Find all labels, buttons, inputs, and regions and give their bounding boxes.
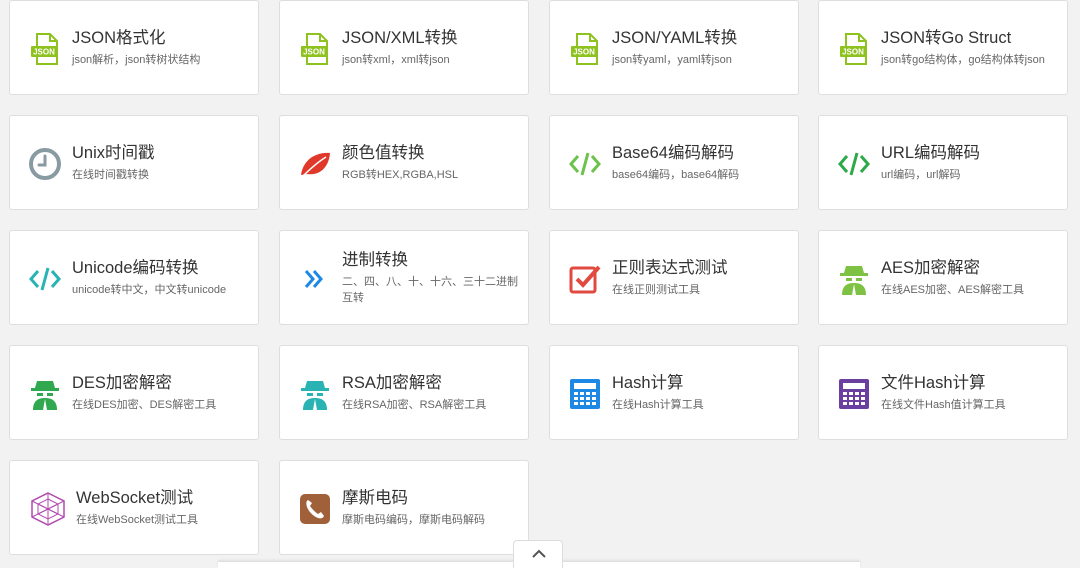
tool-card-regex-test[interactable]: 正则表达式测试 在线正则测试工具 — [549, 230, 799, 325]
tool-desc: json转yaml，yaml转json — [612, 53, 732, 66]
tool-desc: json转xml，xml转json — [342, 53, 450, 66]
tool-desc: json解析，json转树状结构 — [72, 53, 201, 66]
clock-icon — [28, 147, 62, 181]
tool-title: AES加密解密 — [881, 258, 981, 277]
double-chevron-right-icon — [298, 262, 332, 296]
tool-card-file-hash[interactable]: 文件Hash计算 在线文件Hash值计算工具 — [818, 345, 1068, 440]
tool-card-url-encode[interactable]: URL编码解码 url编码，url解码 — [818, 115, 1068, 210]
tool-desc: 在线RSA加密、RSA解密工具 — [342, 398, 487, 411]
tool-card-unix-timestamp[interactable]: Unix时间戳 在线时间戳转换 — [9, 115, 259, 210]
chevron-up-icon — [532, 549, 546, 558]
tool-title: JSON转Go Struct — [881, 28, 1012, 47]
tool-desc: url编码，url解码 — [881, 168, 961, 181]
tool-card-json-xml[interactable]: JSON JSON/XML转换 json转xml，xml转json — [279, 0, 529, 95]
tool-title: JSON/YAML转换 — [612, 28, 738, 47]
spy-icon — [298, 377, 332, 411]
tool-desc: 摩斯电码编码，摩斯电码解码 — [342, 513, 485, 526]
tool-card-hash[interactable]: Hash计算 在线Hash计算工具 — [549, 345, 799, 440]
calculator-icon — [837, 377, 871, 411]
tool-title: 颜色值转换 — [342, 143, 425, 162]
tool-title: DES加密解密 — [72, 373, 172, 392]
svg-text:JSON: JSON — [842, 48, 864, 57]
phone-icon — [298, 492, 332, 526]
tool-title: 正则表达式测试 — [612, 258, 728, 277]
tool-desc: 在线WebSocket测试工具 — [76, 513, 199, 526]
tool-title: Unicode编码转换 — [72, 258, 199, 277]
tool-desc: json转go结构体，go结构体转json — [881, 53, 1045, 66]
tool-desc: 在线DES加密、DES解密工具 — [72, 398, 217, 411]
json-file-icon: JSON — [298, 32, 332, 66]
svg-text:JSON: JSON — [573, 48, 595, 57]
checkbox-icon — [568, 262, 602, 296]
tool-title: WebSocket测试 — [76, 488, 194, 507]
tool-grid: JSON JSON格式化 json解析，json转树状结构 JSON JSON/… — [0, 0, 1080, 565]
code-icon — [568, 147, 602, 181]
tool-desc: 在线文件Hash值计算工具 — [881, 398, 1006, 411]
tool-card-json-format[interactable]: JSON JSON格式化 json解析，json转树状结构 — [9, 0, 259, 95]
tool-title: 摩斯电码 — [342, 488, 408, 507]
tool-card-color-convert[interactable]: 颜色值转换 RGB转HEX,RGBA,HSL — [279, 115, 529, 210]
tool-card-rsa[interactable]: RSA加密解密 在线RSA加密、RSA解密工具 — [279, 345, 529, 440]
tool-title: Hash计算 — [612, 373, 684, 392]
tool-title: URL编码解码 — [881, 143, 981, 162]
tool-card-json-go-struct[interactable]: JSON JSON转Go Struct json转go结构体，go结构体转jso… — [818, 0, 1068, 95]
spy-icon — [837, 262, 871, 296]
tool-desc: 在线AES加密、AES解密工具 — [881, 283, 1025, 296]
tool-desc: 二、四、八、十、十六、三十二进制互转 — [342, 275, 518, 304]
tool-title: 文件Hash计算 — [881, 373, 986, 392]
tool-title: JSON格式化 — [72, 28, 166, 47]
spy-icon — [28, 377, 62, 411]
tool-card-unicode[interactable]: Unicode编码转换 unicode转中文，中文转unicode — [9, 230, 259, 325]
json-file-icon: JSON — [837, 32, 871, 66]
tool-card-json-yaml[interactable]: JSON JSON/YAML转换 json转yaml，yaml转json — [549, 0, 799, 95]
tool-title: JSON/XML转换 — [342, 28, 458, 47]
tool-desc: 在线Hash计算工具 — [612, 398, 704, 411]
collapse-toggle-button[interactable] — [513, 540, 563, 568]
tool-card-radix-convert[interactable]: 进制转换 二、四、八、十、十六、三十二进制互转 — [279, 230, 529, 325]
tool-title: Base64编码解码 — [612, 143, 734, 162]
tool-title: RSA加密解密 — [342, 373, 442, 392]
tool-card-websocket[interactable]: WebSocket测试 在线WebSocket测试工具 — [9, 460, 259, 555]
calculator-icon — [568, 377, 602, 411]
tool-card-aes[interactable]: AES加密解密 在线AES加密、AES解密工具 — [818, 230, 1068, 325]
code-icon — [837, 147, 871, 181]
tool-desc: base64编码，base64解码 — [612, 168, 740, 181]
tool-title: 进制转换 — [342, 250, 408, 269]
json-file-icon: JSON — [28, 32, 62, 66]
tool-desc: 在线时间戳转换 — [72, 168, 149, 181]
code-icon — [28, 262, 62, 296]
svg-text:JSON: JSON — [303, 48, 325, 57]
tool-card-morse-code[interactable]: 摩斯电码 摩斯电码编码，摩斯电码解码 — [279, 460, 529, 555]
tool-card-des[interactable]: DES加密解密 在线DES加密、DES解密工具 — [9, 345, 259, 440]
json-file-icon: JSON — [568, 32, 602, 66]
tool-card-base64[interactable]: Base64编码解码 base64编码，base64解码 — [549, 115, 799, 210]
svg-text:JSON: JSON — [33, 48, 55, 57]
tool-desc: RGB转HEX,RGBA,HSL — [342, 168, 459, 181]
leaf-icon — [298, 147, 332, 181]
tool-desc: unicode转中文，中文转unicode — [72, 283, 227, 296]
websocket-icon — [28, 492, 68, 526]
tool-title: Unix时间戳 — [72, 143, 155, 162]
tool-desc: 在线正则测试工具 — [612, 283, 700, 296]
